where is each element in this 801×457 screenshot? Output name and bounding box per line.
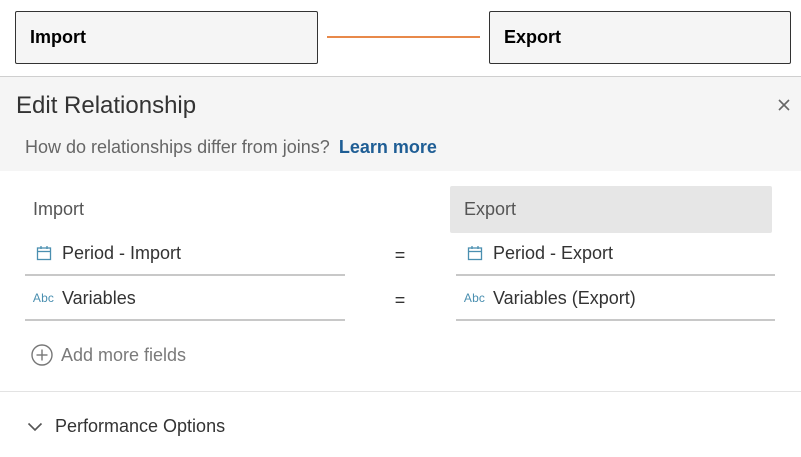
relationship-noodle[interactable]	[327, 36, 480, 38]
calendar-icon	[25, 245, 62, 261]
string-abc-icon: Abc	[32, 291, 55, 305]
calendar-icon	[456, 245, 493, 261]
field-name: Variables	[62, 287, 136, 308]
field-name: Period - Export	[493, 242, 614, 263]
table-name: Import	[30, 27, 86, 47]
field-name: Period - Import	[62, 242, 182, 263]
relationship-canvas: Import Export	[0, 0, 801, 77]
logical-table-export[interactable]: Export	[489, 11, 791, 64]
dialog-title: Edit Relationship	[16, 92, 197, 119]
divider	[0, 391, 801, 392]
string-abc-icon: Abc	[463, 291, 486, 305]
performance-options-label: Performance Options	[55, 416, 226, 436]
left-table-header[interactable]: Import	[25, 186, 345, 233]
right-table-header[interactable]: Export	[450, 186, 772, 233]
learn-more-link[interactable]: Learn more	[339, 137, 437, 158]
left-field-variables[interactable]: Abc Variables	[25, 277, 345, 321]
right-field-variables[interactable]: Abc Variables (Export)	[456, 277, 775, 321]
close-button[interactable]	[774, 95, 794, 115]
operator-equals[interactable]: =	[392, 245, 408, 266]
plus-circle-icon	[31, 344, 53, 366]
subtitle-text: How do relationships differ from joins?	[25, 137, 330, 157]
left-field-period[interactable]: Period - Import	[25, 232, 345, 276]
chevron-down-icon	[27, 422, 43, 431]
add-more-fields-button[interactable]: Add more fields	[31, 344, 186, 366]
add-more-label: Add more fields	[61, 344, 187, 365]
table-name: Export	[504, 27, 562, 47]
operator-equals[interactable]: =	[392, 290, 408, 311]
logical-table-import[interactable]: Import	[15, 11, 318, 64]
right-field-period[interactable]: Period - Export	[456, 232, 775, 276]
field-name: Variables (Export)	[493, 287, 636, 308]
dialog-subtitle: How do relationships differ from joins? …	[25, 137, 437, 158]
close-icon	[778, 99, 790, 111]
performance-options-toggle[interactable]: Performance Options	[27, 416, 225, 437]
